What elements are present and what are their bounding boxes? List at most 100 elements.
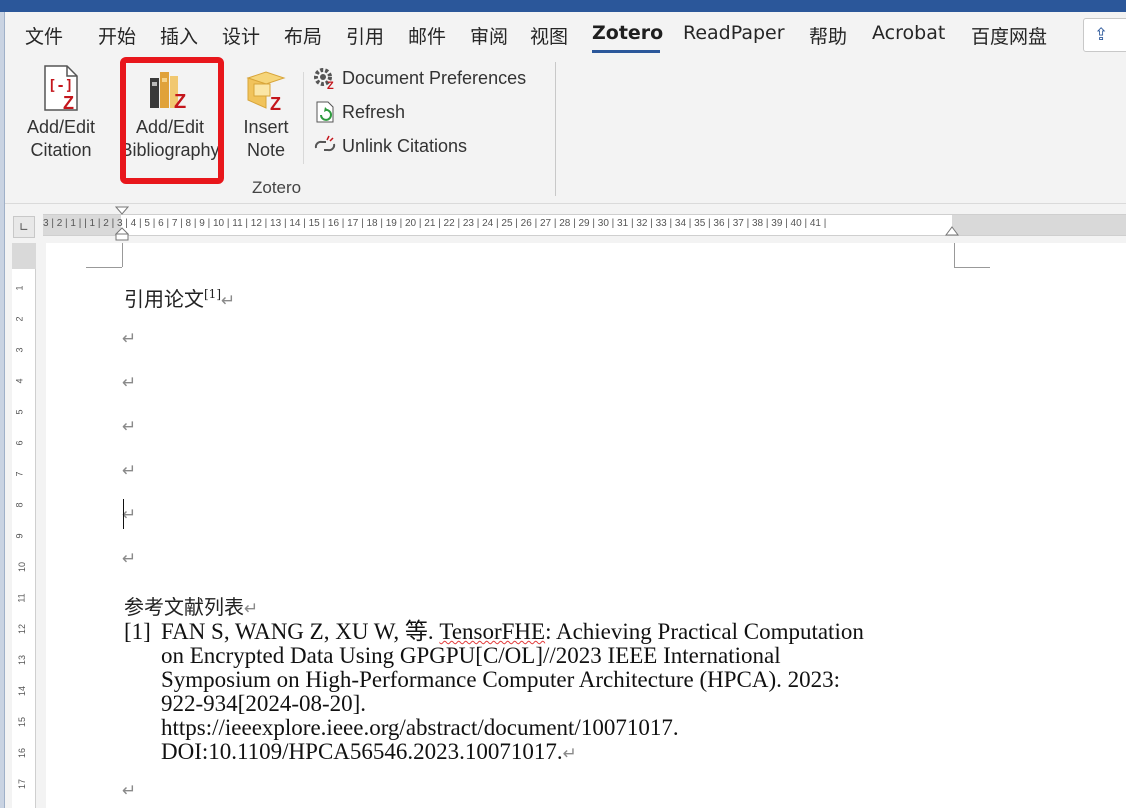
vruler-number: 16: [17, 747, 28, 759]
text-cursor: [123, 499, 124, 529]
active-tab-underline: [592, 50, 660, 53]
refresh-icon: [316, 101, 334, 123]
add-edit-citation-label-2: Citation: [30, 140, 92, 160]
reference-line-2: on Encrypted Data Using GPGPU[C/OL]//202…: [161, 643, 781, 668]
reference-line-4: 922-934[2024-08-20].: [161, 691, 367, 716]
tab-help[interactable]: 帮助: [809, 22, 847, 49]
vruler-top-margin: [12, 243, 36, 269]
document-preferences-label: Document Preferences: [342, 67, 527, 88]
share-icon: ⇪: [1094, 25, 1109, 45]
reference-line-3: Symposium on High-Performance Computer A…: [161, 667, 841, 692]
empty-paragraph-mark: ↵: [122, 417, 137, 437]
tab-home[interactable]: 开始: [98, 22, 136, 49]
ribbon-group-separator: [555, 62, 556, 196]
document-preferences-button[interactable]: Z Document Preferences: [312, 64, 526, 92]
insert-note-label-2: Note: [246, 140, 286, 160]
empty-paragraph-mark: ↵: [122, 329, 137, 349]
bibliography-title: 参考文献列表: [124, 595, 244, 619]
paragraph-mark: ↵: [562, 744, 577, 764]
reference-doi: DOI:10.1109/HPCA56546.2023.10071017.↵: [161, 740, 577, 766]
tab-layout[interactable]: 布局: [284, 22, 322, 49]
vruler-number: 9: [14, 533, 25, 539]
refresh-label: Refresh: [342, 101, 406, 122]
bibliography-heading: 参考文献列表↵: [124, 591, 258, 620]
crop-mark-left: [122, 243, 123, 267]
reference-doi-text: DOI:10.1109/HPCA56546.2023.10071017.: [161, 739, 563, 764]
vruler-number: 3: [14, 347, 25, 353]
highlight-box: [120, 57, 224, 184]
refresh-button[interactable]: Refresh: [312, 98, 405, 126]
tab-review[interactable]: 审阅: [470, 22, 508, 49]
tab-design[interactable]: 设计: [222, 22, 260, 49]
tab-baidu-netdisk[interactable]: 百度网盘: [971, 22, 1047, 49]
vruler-number: 6: [14, 440, 25, 446]
gear-icon: Z: [314, 68, 334, 90]
add-edit-citation-button[interactable]: [-] Z Add/Edit Citation: [18, 64, 104, 162]
indent-marker[interactable]: [115, 206, 129, 242]
empty-paragraph-mark: ↵: [122, 505, 137, 525]
citation-heading: 引用论文[1]↵: [124, 283, 235, 312]
tab-mailings[interactable]: 邮件: [408, 22, 446, 49]
tab-zotero[interactable]: Zotero: [592, 22, 663, 44]
ribbon-separator: [303, 72, 304, 164]
vruler-number: 11: [16, 593, 27, 603]
tab-file[interactable]: 文件: [25, 22, 63, 49]
svg-text:Z: Z: [327, 80, 334, 90]
vruler-number: 17: [17, 778, 28, 790]
svg-text:Z: Z: [270, 94, 281, 112]
note-icon: Z: [246, 71, 286, 114]
reference-url[interactable]: https://ieeexplore.ieee.org/abstract/doc…: [161, 716, 679, 740]
document-page[interactable]: 引用论文[1]↵ ↵ ↵ ↵ ↵ ↵ ↵ 参考文献列表↵ [1] FAN S, …: [46, 243, 1126, 808]
reference-line-1: FAN S, WANG Z, XU W, 等. TensorFHE: Achie…: [161, 620, 864, 644]
insert-note-label-1: Insert: [243, 117, 289, 137]
crop-mark-left-h: [86, 267, 122, 268]
reference-number: [1]: [124, 619, 151, 644]
tab-insert[interactable]: 插入: [160, 22, 198, 49]
vruler-number: 8: [14, 502, 25, 508]
ribbon-tabs: 文件 开始 插入 设计 布局 引用 邮件 审阅 视图 Zotero ReadPa…: [5, 12, 1126, 56]
reference-authors: FAN S, WANG Z, XU W, 等.: [161, 619, 440, 644]
vruler-number: 4: [14, 378, 25, 384]
tab-view[interactable]: 视图: [530, 22, 568, 49]
citation-marker[interactable]: [1]: [204, 287, 221, 301]
vruler-number: 10: [17, 561, 28, 573]
vruler-number: 12: [17, 623, 28, 635]
vruler-number: 14: [17, 685, 28, 697]
unlink-citations-label: Unlink Citations: [342, 135, 468, 156]
paragraph-mark: ↵: [244, 599, 259, 619]
svg-text:[-]: [-]: [48, 78, 73, 94]
spellcheck-word: TensorFHE: [439, 619, 546, 644]
reference-title-start: : Achieving Practical Computation: [545, 619, 864, 644]
vruler-number: 2: [14, 316, 25, 322]
add-edit-citation-label-1: Add/Edit: [26, 117, 96, 137]
insert-note-button[interactable]: Z Insert Note: [236, 70, 296, 162]
horizontal-ruler-area: ∟ 3 | 2 | 1 | | 1 | 2 | 3 | 4 | 5 | 6 | …: [5, 206, 1126, 242]
empty-paragraph-mark: ↵: [122, 549, 137, 569]
citation-document-icon: [-] Z: [44, 65, 78, 113]
tab-readpaper[interactable]: ReadPaper: [683, 22, 785, 44]
empty-paragraph-mark: ↵: [122, 781, 137, 801]
unlink-icon: [314, 135, 336, 152]
right-indent-marker[interactable]: [945, 226, 959, 238]
crop-mark-right: [954, 243, 955, 267]
unlink-citations-button[interactable]: Unlink Citations: [312, 132, 467, 160]
title-bar: [0, 0, 1126, 12]
tab-selector-button[interactable]: ∟: [13, 216, 35, 238]
ruler-ticks: 3 | 2 | 1 | | 1 | 2 | 3 | 4 | 5 | 6 | 7 …: [43, 218, 827, 229]
horizontal-ruler[interactable]: 3 | 2 | 1 | | 1 | 2 | 3 | 4 | 5 | 6 | 7 …: [43, 214, 1126, 236]
ribbon-group-label: Zotero: [252, 178, 302, 197]
crop-mark-right-h: [954, 267, 990, 268]
vruler-number: 5: [14, 409, 25, 415]
empty-paragraph-mark: ↵: [122, 461, 137, 481]
tab-acrobat[interactable]: Acrobat: [872, 22, 945, 44]
tab-references[interactable]: 引用: [346, 22, 384, 49]
empty-paragraph-mark: ↵: [122, 373, 137, 393]
paragraph-mark: ↵: [221, 291, 236, 311]
vertical-ruler[interactable]: 1 2 3 4 5 6 7 8 9 10 11 12 13 14 15 16 17: [12, 243, 36, 808]
svg-text:Z: Z: [63, 93, 74, 112]
heading-text: 引用论文: [124, 287, 204, 311]
vruler-number: 7: [14, 471, 25, 477]
vruler-number: 15: [17, 716, 28, 728]
share-button[interactable]: ⇪: [1083, 18, 1126, 52]
vruler-number: 13: [17, 654, 28, 666]
